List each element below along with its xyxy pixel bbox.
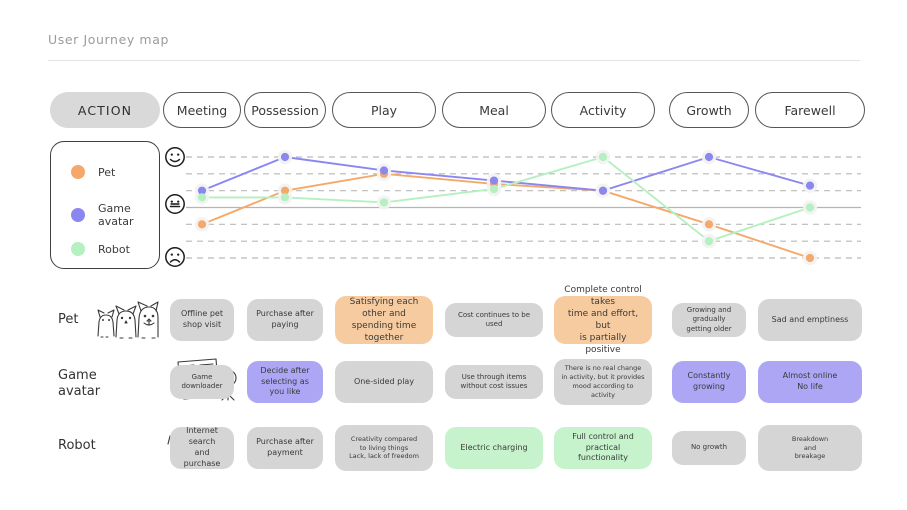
emotion-line-chart — [186, 141, 861, 271]
journey-card[interactable]: Cost continues to be used — [445, 303, 543, 337]
journey-card-text: No growth — [690, 443, 728, 452]
sad-face — [164, 246, 186, 268]
action-pill: ACTION — [50, 92, 160, 128]
journey-card-text: Offline pet shop visit — [181, 309, 223, 329]
legend-label-game_avatar: Game avatar — [98, 202, 134, 228]
journey-card[interactable]: Purchase after paying — [247, 299, 323, 341]
stage-pill-farewell[interactable]: Farewell — [755, 92, 865, 128]
neutral-face — [164, 193, 186, 215]
journey-card[interactable]: Breakdown and breakage — [758, 425, 862, 471]
stage-pill-label: Possession — [251, 102, 319, 118]
stage-pill-growth[interactable]: Growth — [669, 92, 749, 128]
journey-card[interactable]: Sad and emptiness — [758, 299, 862, 341]
journey-card[interactable]: Constantly growing — [672, 361, 746, 403]
stage-pill-label: Play — [370, 102, 398, 118]
journey-card-text: Internet search and purchase — [183, 426, 221, 468]
legend-item-robot[interactable]: Robot — [71, 242, 130, 256]
header-divider — [48, 60, 860, 61]
journey-card-text: One-sided play — [353, 376, 415, 386]
journey-card-text: Almost online No life — [782, 371, 838, 391]
legend-item-game_avatar[interactable]: Game avatar — [71, 202, 134, 228]
legend-dot-pet — [71, 165, 85, 179]
persona-legend: Pet Game avatar Robot — [50, 141, 160, 269]
journey-card[interactable]: Use through items without cost issues — [445, 365, 543, 399]
journey-card[interactable]: Electric charging — [445, 427, 543, 469]
action-pill-label: ACTION — [77, 102, 133, 118]
journey-card-text: Breakdown and breakage — [791, 434, 829, 461]
journey-card[interactable]: Almost online No life — [758, 361, 862, 403]
journey-card[interactable]: Full control and practical functionality — [554, 427, 652, 469]
journey-card-text: Satisfying each other and spending time … — [349, 296, 419, 344]
page-title: User Journey map — [48, 32, 169, 47]
user-journey-map-page: User Journey map ACTION Meeting Possession… — [0, 0, 907, 510]
stage-pill-label: Activity — [579, 102, 627, 118]
journey-card[interactable]: There is no real change in activity, but… — [554, 359, 652, 405]
journey-card[interactable]: Creativity compared to living things Lac… — [335, 425, 433, 471]
stage-pill-activity[interactable]: Activity — [551, 92, 655, 128]
persona-label-pet: Pet — [58, 312, 79, 327]
legend-label-robot: Robot — [98, 242, 130, 256]
happy-face — [164, 146, 186, 168]
journey-card-text: Growing and gradually getting older — [686, 305, 732, 333]
journey-card[interactable]: Satisfying each other and spending time … — [335, 296, 433, 344]
legend-dot-game_avatar — [71, 208, 85, 222]
pets-sketch — [92, 296, 160, 344]
journey-card[interactable]: No growth — [672, 431, 746, 465]
journey-card-text: Electric charging — [460, 442, 528, 452]
journey-card[interactable]: Growing and gradually getting older — [672, 303, 746, 337]
legend-item-pet[interactable]: Pet — [71, 165, 115, 179]
stage-pill-meal[interactable]: Meal — [442, 92, 546, 128]
legend-label-pet: Pet — [98, 165, 116, 179]
journey-card-text: Purchase after payment — [256, 437, 314, 457]
journey-card-text: Use through items without cost issues — [460, 372, 528, 390]
stage-pill-label: Meeting — [176, 102, 228, 118]
stage-pill-label: Growth — [686, 102, 732, 118]
journey-card-text: There is no real change in activity, but… — [561, 364, 645, 399]
journey-card[interactable]: Game downloader — [170, 365, 234, 399]
journey-card-text: Complete control takes time and effort, … — [564, 284, 642, 356]
stage-pill-label: Farewell — [784, 102, 836, 118]
journey-card-text: Cost continues to be used — [457, 310, 531, 328]
journey-card[interactable]: One-sided play — [335, 361, 433, 403]
journey-card[interactable]: Internet search and purchase — [170, 426, 234, 469]
journey-card-text: Creativity compared to living things Lac… — [349, 434, 419, 461]
stage-pill-possession[interactable]: Possession — [244, 92, 326, 128]
stage-pill-label: Meal — [479, 102, 509, 118]
journey-card-text: Purchase after paying — [256, 309, 314, 329]
legend-dot-robot — [71, 242, 85, 256]
stage-pill-play[interactable]: Play — [332, 92, 436, 128]
journey-card[interactable]: Complete control takes time and effort, … — [554, 285, 652, 355]
journey-card-text: Game downloader — [181, 372, 223, 390]
journey-card[interactable]: Purchase after payment — [247, 427, 323, 469]
stage-pill-meeting[interactable]: Meeting — [163, 92, 241, 128]
journey-card[interactable]: Offline pet shop visit — [170, 299, 234, 341]
persona-label-robot: Robot — [58, 438, 96, 453]
journey-card-text: Full control and practical functionality — [572, 431, 634, 463]
journey-card-text: Constantly growing — [687, 371, 731, 391]
journey-card[interactable]: Decide after selecting as you like — [247, 361, 323, 403]
journey-card-text: Decide after selecting as you like — [260, 365, 310, 397]
persona-label-game_avatar: Game avatar — [58, 368, 101, 399]
journey-card-text: Sad and emptiness — [771, 314, 849, 324]
